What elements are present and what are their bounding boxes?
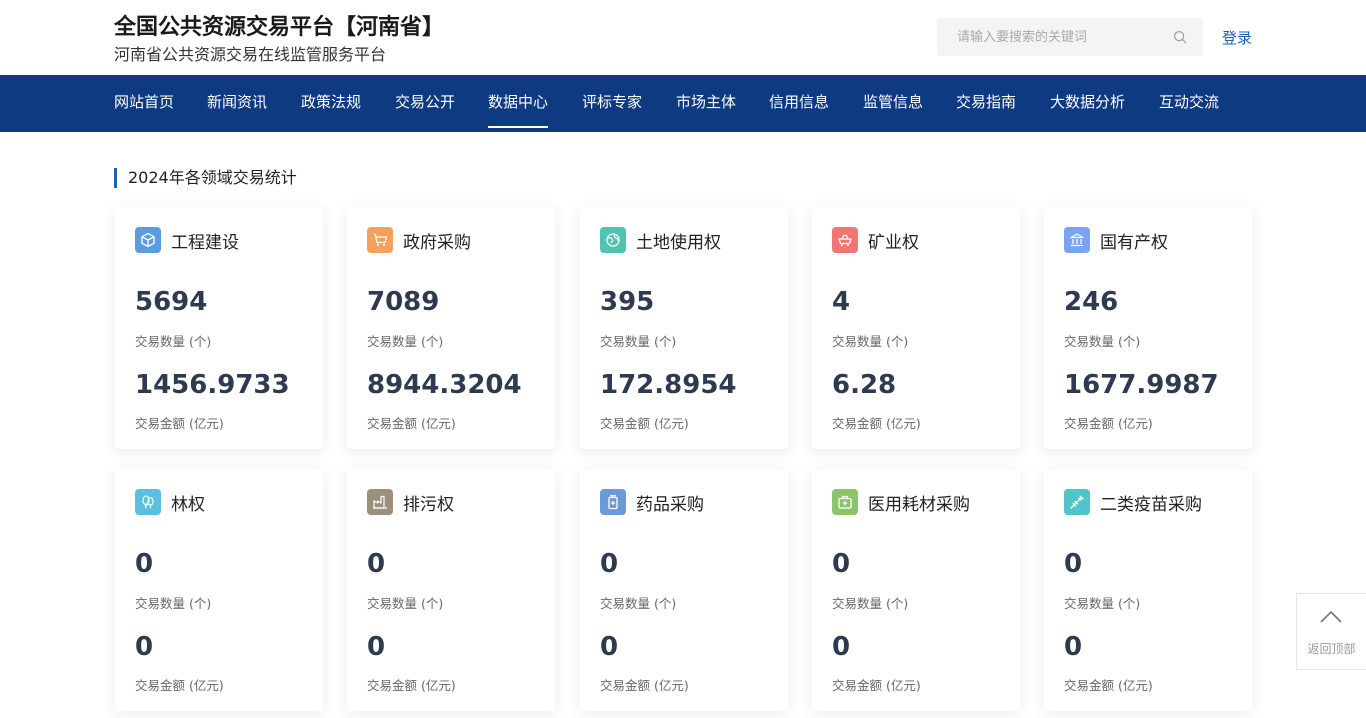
search-icon[interactable] bbox=[1173, 30, 1187, 44]
card-title: 国有产权 bbox=[1100, 232, 1168, 253]
transaction-count: 0 bbox=[832, 549, 851, 579]
back-to-top-label: 返回顶部 bbox=[1307, 642, 1356, 656]
login-link[interactable]: 登录 bbox=[1222, 27, 1252, 48]
transaction-amount: 0 bbox=[1064, 632, 1083, 662]
card-title: 土地使用权 bbox=[636, 232, 721, 253]
nav-item-guide[interactable]: 交易指南 bbox=[956, 75, 1016, 132]
transaction-amount: 0 bbox=[367, 632, 386, 662]
transaction-amount: 6.28 bbox=[832, 370, 897, 400]
globe-icon bbox=[600, 227, 626, 253]
nav-item-policy[interactable]: 政策法规 bbox=[301, 75, 361, 132]
section-title: 2024年各领域交易统计 bbox=[114, 168, 297, 188]
nav-item-transactions[interactable]: 交易公开 bbox=[395, 75, 455, 132]
transaction-amount-label: 交易金额 (亿元) bbox=[1064, 416, 1153, 431]
transaction-amount: 0 bbox=[832, 632, 851, 662]
syringe-icon bbox=[1064, 489, 1090, 515]
card-title: 医用耗材采购 bbox=[868, 494, 970, 515]
mining-cart-icon bbox=[832, 227, 858, 253]
tree-icon bbox=[135, 489, 161, 515]
transaction-count: 5694 bbox=[135, 287, 208, 317]
transaction-count-label: 交易数量 (个) bbox=[1064, 596, 1141, 611]
transaction-amount: 1456.9733 bbox=[135, 370, 290, 400]
stat-card-land-use-rights[interactable]: 土地使用权 395 交易数量 (个) 172.8954 交易金额 (亿元) bbox=[580, 207, 788, 449]
transaction-count: 395 bbox=[600, 287, 655, 317]
nav-item-news[interactable]: 新闻资讯 bbox=[207, 75, 267, 132]
transaction-count-label: 交易数量 (个) bbox=[135, 334, 212, 349]
transaction-amount-label: 交易金额 (亿元) bbox=[367, 416, 456, 431]
card-title: 排污权 bbox=[403, 494, 454, 515]
back-to-top-button[interactable]: 返回顶部 bbox=[1296, 593, 1366, 670]
medkit-icon bbox=[832, 489, 858, 515]
stat-card-drug-procurement[interactable]: 药品采购 0 交易数量 (个) 0 交易金额 (亿元) bbox=[580, 469, 788, 711]
nav-item-home[interactable]: 网站首页 bbox=[114, 75, 174, 132]
search-box bbox=[937, 18, 1203, 56]
transaction-count-label: 交易数量 (个) bbox=[600, 596, 677, 611]
building-icon bbox=[1064, 227, 1090, 253]
stat-card-forest-rights[interactable]: 林权 0 交易数量 (个) 0 交易金额 (亿元) bbox=[115, 469, 323, 711]
stat-card-vaccine-procurement[interactable]: 二类疫苗采购 0 交易数量 (个) 0 交易金额 (亿元) bbox=[1044, 469, 1252, 711]
card-title: 林权 bbox=[171, 494, 205, 515]
factory-icon bbox=[367, 489, 393, 515]
nav-item-market-entities[interactable]: 市场主体 bbox=[676, 75, 736, 132]
transaction-amount-label: 交易金额 (亿元) bbox=[600, 678, 689, 693]
card-title: 工程建设 bbox=[171, 232, 239, 253]
transaction-count-label: 交易数量 (个) bbox=[600, 334, 677, 349]
transaction-amount: 0 bbox=[600, 632, 619, 662]
transaction-count-label: 交易数量 (个) bbox=[832, 596, 909, 611]
transaction-amount-label: 交易金额 (亿元) bbox=[135, 416, 224, 431]
stat-card-engineering[interactable]: 工程建设 5694 交易数量 (个) 1456.9733 交易金额 (亿元) bbox=[115, 207, 323, 449]
transaction-count: 0 bbox=[1064, 549, 1083, 579]
transaction-count: 7089 bbox=[367, 287, 440, 317]
transaction-count-label: 交易数量 (个) bbox=[135, 596, 212, 611]
medicine-icon bbox=[600, 489, 626, 515]
card-title: 二类疫苗采购 bbox=[1100, 494, 1202, 515]
nav-item-credit[interactable]: 信用信息 bbox=[769, 75, 829, 132]
stat-card-mining-rights[interactable]: 矿业权 4 交易数量 (个) 6.28 交易金额 (亿元) bbox=[812, 207, 1020, 449]
transaction-amount: 0 bbox=[135, 632, 154, 662]
transaction-count-label: 交易数量 (个) bbox=[367, 334, 444, 349]
site-header: 全国公共资源交易平台【河南省】 河南省公共资源交易在线监管服务平台 登录 bbox=[0, 0, 1366, 75]
transaction-count-label: 交易数量 (个) bbox=[832, 334, 909, 349]
site-subtitle: 河南省公共资源交易在线监管服务平台 bbox=[114, 45, 387, 64]
cart-icon bbox=[367, 227, 393, 253]
transaction-count-label: 交易数量 (个) bbox=[367, 596, 444, 611]
transaction-amount-label: 交易金额 (亿元) bbox=[367, 678, 456, 693]
card-title: 矿业权 bbox=[868, 232, 919, 253]
site-title: 全国公共资源交易平台【河南省】 bbox=[114, 15, 445, 40]
transaction-amount: 8944.3204 bbox=[367, 370, 522, 400]
nav-item-interaction[interactable]: 互动交流 bbox=[1159, 75, 1219, 132]
transaction-amount-label: 交易金额 (亿元) bbox=[832, 678, 921, 693]
nav-item-supervision[interactable]: 监管信息 bbox=[863, 75, 923, 132]
transaction-amount: 172.8954 bbox=[600, 370, 737, 400]
chevron-up-icon bbox=[1320, 610, 1342, 623]
stat-card-state-property[interactable]: 国有产权 246 交易数量 (个) 1677.9987 交易金额 (亿元) bbox=[1044, 207, 1252, 449]
search-input[interactable] bbox=[937, 18, 1167, 56]
transaction-amount: 1677.9987 bbox=[1064, 370, 1219, 400]
stat-card-emission-rights[interactable]: 排污权 0 交易数量 (个) 0 交易金额 (亿元) bbox=[347, 469, 555, 711]
transaction-amount-label: 交易金额 (亿元) bbox=[135, 678, 224, 693]
transaction-count: 4 bbox=[832, 287, 851, 317]
card-title: 药品采购 bbox=[636, 494, 704, 515]
nav-item-experts[interactable]: 评标专家 bbox=[582, 75, 642, 132]
transaction-count: 0 bbox=[135, 549, 154, 579]
transaction-amount-label: 交易金额 (亿元) bbox=[832, 416, 921, 431]
transaction-amount-label: 交易金额 (亿元) bbox=[600, 416, 689, 431]
transaction-count: 246 bbox=[1064, 287, 1119, 317]
transaction-count: 0 bbox=[367, 549, 386, 579]
stat-card-government-procurement[interactable]: 政府采购 7089 交易数量 (个) 8944.3204 交易金额 (亿元) bbox=[347, 207, 555, 449]
transaction-count: 0 bbox=[600, 549, 619, 579]
card-title: 政府采购 bbox=[403, 232, 471, 253]
cube-icon bbox=[135, 227, 161, 253]
transaction-count-label: 交易数量 (个) bbox=[1064, 334, 1141, 349]
main-nav: 网站首页 新闻资讯 政策法规 交易公开 数据中心 评标专家 市场主体 信用信息 … bbox=[0, 75, 1366, 132]
nav-item-big-data[interactable]: 大数据分析 bbox=[1050, 75, 1125, 132]
transaction-amount-label: 交易金额 (亿元) bbox=[1064, 678, 1153, 693]
stat-card-medical-consumables[interactable]: 医用耗材采购 0 交易数量 (个) 0 交易金额 (亿元) bbox=[812, 469, 1020, 711]
nav-item-data-center[interactable]: 数据中心 bbox=[488, 75, 549, 132]
